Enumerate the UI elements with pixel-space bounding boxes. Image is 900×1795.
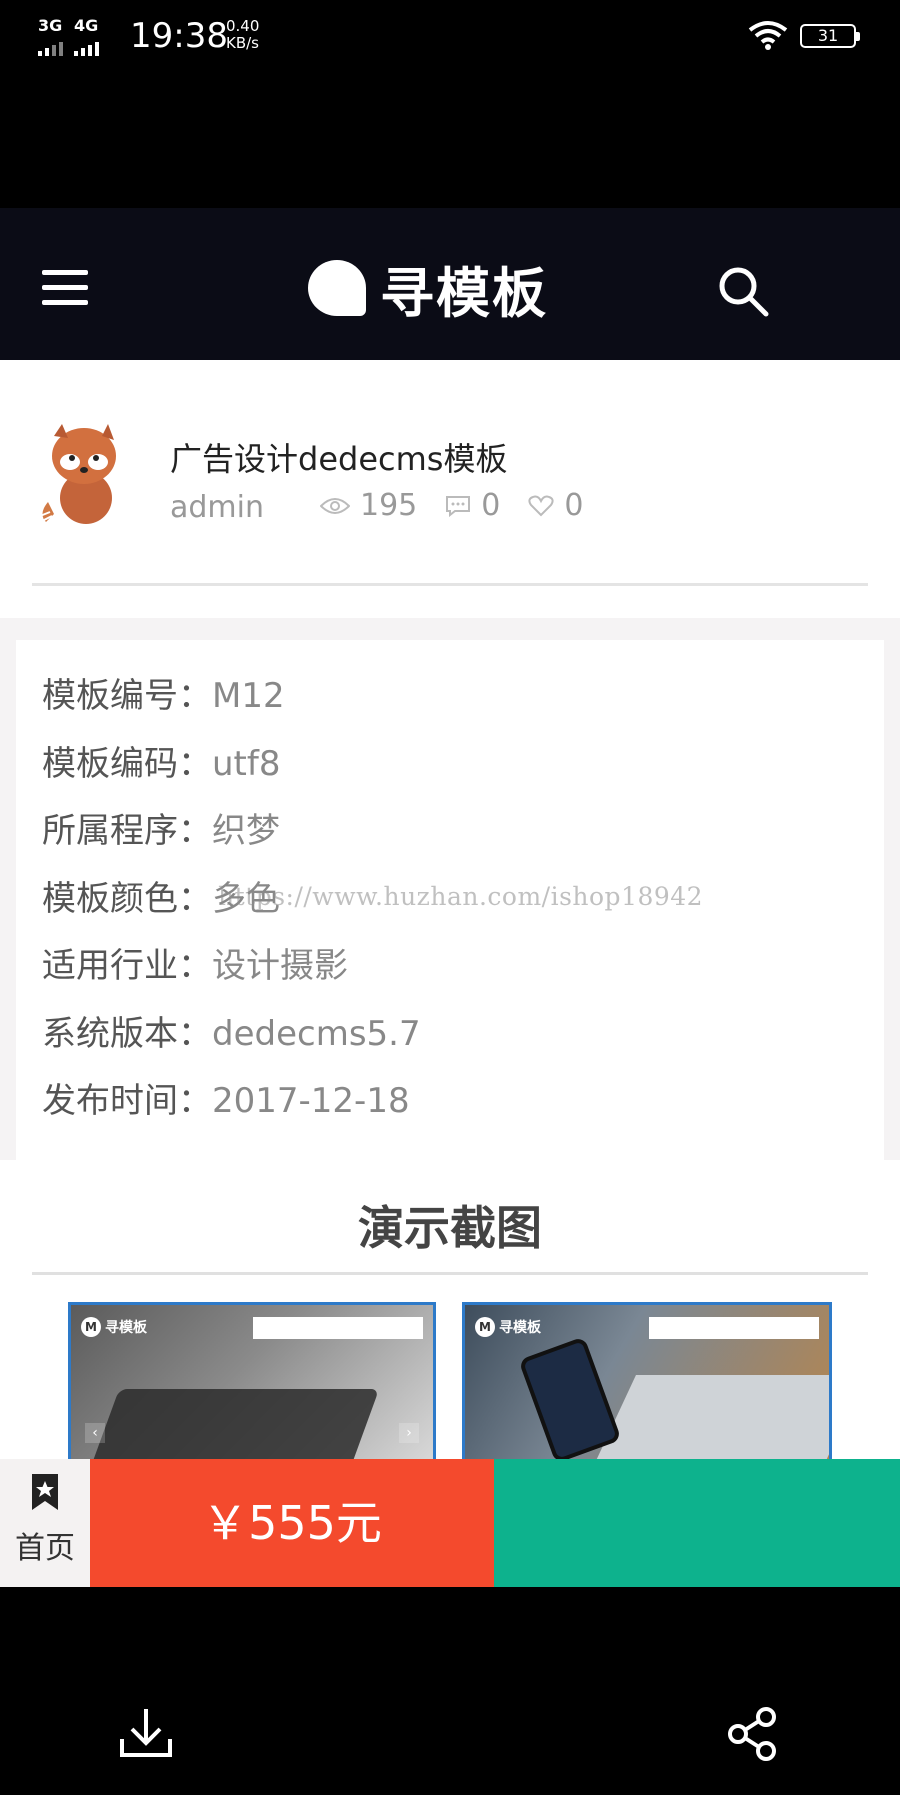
clock: 19:38 <box>130 16 228 56</box>
net-speed-unit: KB/s <box>226 34 259 52</box>
info-row-program: 所属程序：织梦 <box>16 803 884 871</box>
info-label: 发布时间： <box>42 1081 212 1121</box>
article-meta: 广告设计dedecms模板 admin 195 0 0 <box>0 360 900 618</box>
info-value: 设计摄影 <box>212 946 348 986</box>
demo-title: 演示截图 <box>358 1201 542 1255</box>
views-count: 195 <box>360 488 418 523</box>
browser-bottom-bar <box>0 1587 900 1795</box>
wifi-icon <box>748 21 788 50</box>
home-button[interactable]: 首页 <box>0 1459 90 1587</box>
comments-count: 0 <box>481 488 501 523</box>
avatar[interactable] <box>36 418 126 528</box>
info-value: dedecms5.7 <box>212 1013 421 1054</box>
info-value: utf8 <box>212 743 281 784</box>
home-label: 首页 <box>15 1531 75 1566</box>
chevron-right-icon: › <box>399 1423 419 1443</box>
signal-3g: 3G <box>38 16 66 56</box>
shot-logo-text: 寻模板 <box>499 1320 541 1336</box>
article-stats: 195 0 0 <box>320 488 611 523</box>
site-header: 寻模板 <box>0 208 900 360</box>
info-label: 模板颜色： <box>42 878 212 919</box>
site-logo[interactable]: 寻模板 <box>308 258 548 325</box>
info-label: 所属程序： <box>42 811 212 851</box>
info-label: 模板编码： <box>42 743 212 784</box>
net-speed: 0.40 KB/s <box>226 18 259 52</box>
demo-screenshot[interactable]: M 寻模板 ‹ › <box>68 1302 436 1462</box>
heart-icon <box>528 495 554 516</box>
info-value: 织梦 <box>212 811 280 851</box>
buy-button[interactable] <box>494 1459 900 1587</box>
battery-indicator: 31 <box>800 24 860 48</box>
signal-4g: 4G <box>74 16 102 56</box>
net-speed-value: 0.40 <box>226 17 260 35</box>
comments-stat[interactable]: 0 <box>445 488 500 523</box>
article-author[interactable]: admin <box>170 490 264 525</box>
bottom-action-bar: 首页 ￥555元 <box>0 1459 900 1587</box>
signal-bars-icon <box>74 37 102 56</box>
download-icon[interactable] <box>118 1705 174 1761</box>
phone-image <box>518 1336 622 1459</box>
logo-text: 寻模板 <box>380 261 548 325</box>
info-row-number: 模板编号：M12 <box>16 668 884 736</box>
logo-mark-icon <box>308 260 366 316</box>
divider <box>32 1272 868 1275</box>
menu-icon[interactable] <box>42 270 88 306</box>
views-stat: 195 <box>320 488 417 523</box>
status-bar: 3G 4G 19:38 0.40 KB/s 31 <box>0 0 900 72</box>
info-row-date: 发布时间：2017-12-18 <box>16 1073 884 1141</box>
bookmark-icon <box>32 1474 58 1510</box>
info-label: 适用行业： <box>42 946 212 986</box>
info-row-industry: 适用行业：设计摄影 <box>16 938 884 1006</box>
info-row-encoding: 模板编码：utf8 <box>16 736 884 804</box>
shot-logo-text: 寻模板 <box>105 1320 147 1336</box>
chevron-left-icon: ‹ <box>85 1423 105 1443</box>
info-label: 系统版本： <box>42 1013 212 1054</box>
demo-section: 演示截图 M 寻模板 ‹ › M 寻模板 <box>0 1160 900 1462</box>
divider <box>32 583 868 586</box>
info-row-version: 系统版本：dedecms5.7 <box>16 1006 884 1074</box>
shot-nav <box>649 1317 819 1339</box>
shot-logo: M 寻模板 <box>475 1317 541 1337</box>
shot-logo: M 寻模板 <box>81 1317 147 1337</box>
laptop-image <box>82 1389 380 1459</box>
info-value: 2017-12-18 <box>212 1081 410 1121</box>
watermark: https://www.huzhan.com/ishop18942 <box>218 882 704 911</box>
demo-screenshot[interactable]: M 寻模板 <box>462 1302 832 1462</box>
info-value: M12 <box>212 676 285 716</box>
search-icon[interactable] <box>716 264 772 320</box>
signal-3g-label: 3G <box>38 16 63 35</box>
article-title: 广告设计dedecms模板 <box>170 440 508 478</box>
info-label: 模板编号： <box>42 676 212 716</box>
comment-icon <box>446 495 471 517</box>
shot-nav <box>253 1317 423 1339</box>
share-icon[interactable] <box>726 1707 778 1761</box>
laptop-image <box>594 1375 829 1459</box>
eye-icon <box>320 497 350 514</box>
likes-count: 0 <box>564 488 584 523</box>
price-button[interactable]: ￥555元 <box>90 1459 494 1587</box>
signal-4g-label: 4G <box>74 16 99 35</box>
likes-stat[interactable]: 0 <box>528 488 583 523</box>
signal-bars-icon <box>38 37 66 56</box>
